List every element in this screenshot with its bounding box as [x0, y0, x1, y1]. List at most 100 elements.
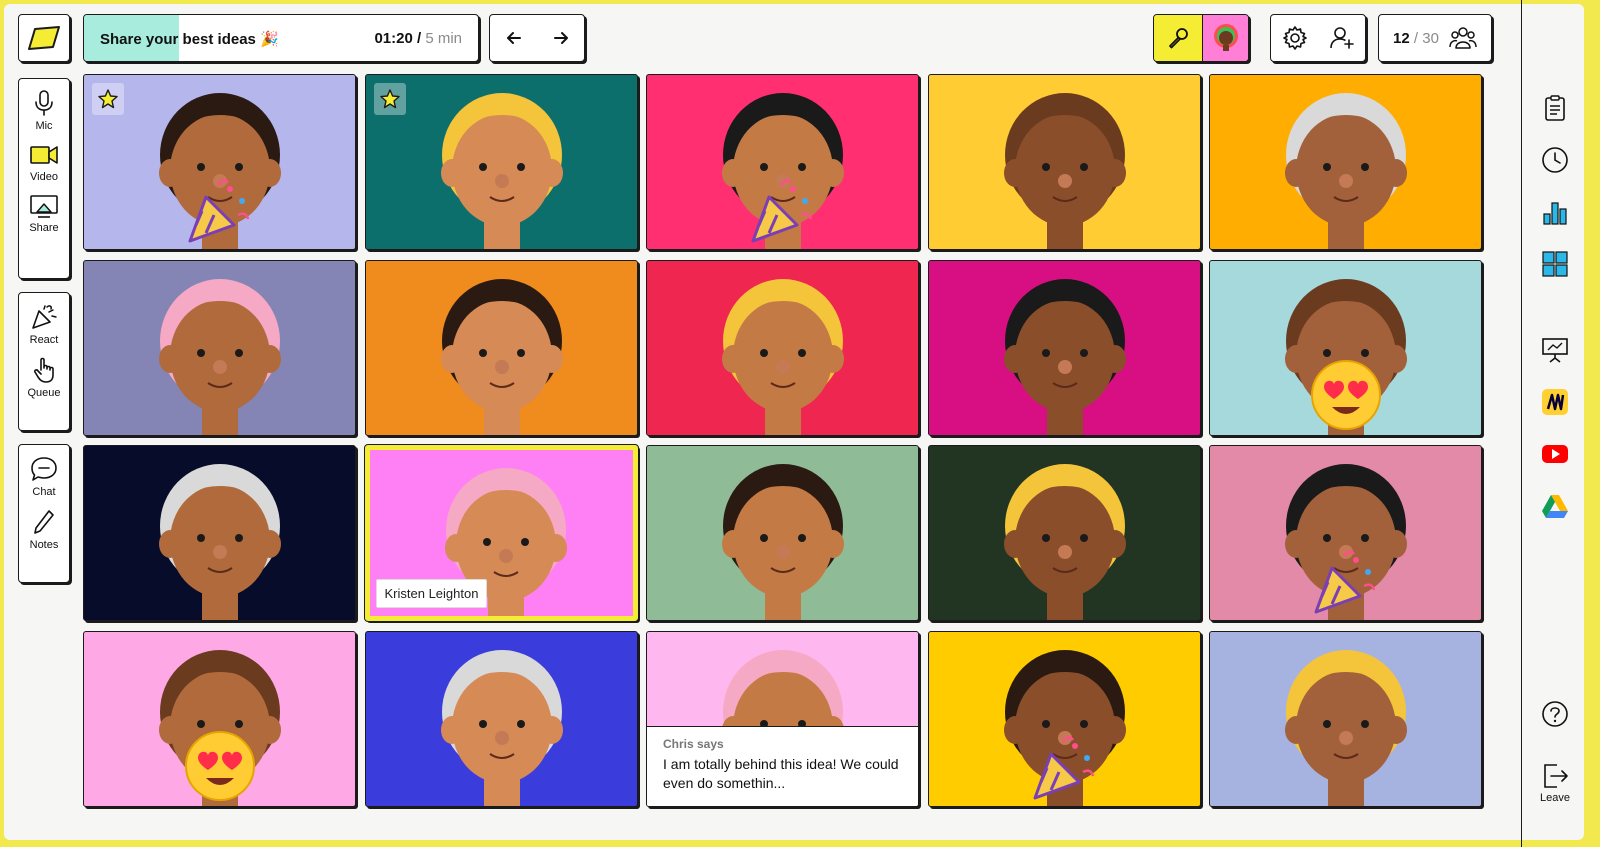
mic-button[interactable]: Mic: [31, 89, 57, 132]
avatar-illustration: [722, 278, 844, 435]
queue-button[interactable]: Queue: [27, 356, 61, 399]
chat-sender: Chris says: [663, 736, 724, 751]
video-grid: Kristen Leighton Chris says I am totally b…: [83, 74, 1493, 840]
clock-icon[interactable]: [1538, 146, 1572, 174]
clipboard-icon[interactable]: [1538, 94, 1572, 122]
participant-tile[interactable]: [83, 74, 356, 250]
speaker-mic-button[interactable]: [1154, 15, 1203, 61]
video-icon: [30, 146, 58, 164]
participant-tile[interactable]: [927, 630, 1201, 807]
chat-button[interactable]: Chat: [30, 455, 58, 498]
miro-icon[interactable]: [1538, 388, 1572, 416]
grid-apps-icon[interactable]: [1538, 250, 1572, 278]
timer-total: 5 min: [425, 30, 462, 47]
participant-tile[interactable]: [927, 445, 1201, 621]
share-label: Share: [29, 222, 59, 234]
avatar-illustration: [722, 464, 844, 620]
participant-tile[interactable]: Chris says I am totally behind this idea!…: [646, 630, 919, 807]
previous-arrow-icon[interactable]: [505, 29, 523, 47]
youtube-icon[interactable]: [1538, 440, 1572, 468]
share-screen-icon: [30, 195, 58, 218]
add-user-icon[interactable]: [1329, 25, 1355, 51]
queue-label: Queue: [27, 387, 61, 399]
participant-count[interactable]: 12 / 30: [1378, 14, 1492, 62]
party-popper-icon: [1029, 732, 1099, 806]
avatar-illustration: [440, 93, 563, 249]
avatar-illustration: [1003, 278, 1126, 435]
participant-tile[interactable]: Kristen Leighton: [363, 444, 639, 622]
chat-icon: [31, 457, 57, 481]
topic-timer: 01:20 / 5 min: [374, 30, 462, 47]
participant-tile[interactable]: [83, 445, 356, 621]
chat-label: Chat: [32, 486, 56, 498]
participant-tile[interactable]: [646, 74, 919, 250]
participant-name-tag: Kristen Leighton: [375, 579, 488, 608]
settings-group: [1270, 14, 1366, 62]
speaker-controls: [1153, 14, 1249, 62]
leave-button[interactable]: Leave: [1538, 762, 1572, 804]
party-popper-icon: [747, 175, 817, 249]
exit-icon: [1544, 764, 1568, 788]
heart-eyes-icon: [1308, 357, 1384, 435]
pencil-icon: [34, 510, 54, 534]
participant-tile[interactable]: [364, 259, 638, 436]
next-arrow-icon[interactable]: [552, 29, 570, 47]
participant-tile[interactable]: [927, 259, 1201, 436]
participant-tile[interactable]: [927, 74, 1201, 250]
mic-label: Mic: [35, 120, 53, 132]
gear-icon[interactable]: [1282, 25, 1308, 51]
mic-icon: [35, 90, 53, 116]
star-icon[interactable]: [373, 83, 406, 115]
react-button[interactable]: React: [29, 303, 59, 346]
party-popper-icon: [32, 305, 57, 329]
participant-tile[interactable]: [1209, 74, 1482, 250]
topic-navigation: [489, 14, 585, 62]
video-button[interactable]: Video: [29, 142, 59, 183]
raise-hand-icon: [34, 357, 54, 383]
avatar-illustration: [159, 464, 281, 620]
participant-tile[interactable]: [1209, 259, 1482, 436]
apps-sidebar: Leave: [1521, 0, 1600, 847]
notes-label: Notes: [29, 539, 59, 551]
participants-max: / 30: [1413, 29, 1439, 47]
party-popper-icon: [1310, 546, 1380, 620]
group-icon: [1449, 27, 1477, 49]
avatar-illustration: [1285, 649, 1407, 806]
participant-tile[interactable]: [646, 445, 919, 621]
avatar-illustration: [1003, 93, 1126, 249]
app-logo[interactable]: [18, 14, 70, 62]
leave-label: Leave: [1540, 792, 1570, 804]
heart-eyes-icon: [182, 728, 258, 806]
help-icon[interactable]: [1538, 700, 1572, 728]
avatar-illustration: [440, 278, 563, 435]
participant-tile[interactable]: [83, 259, 356, 436]
timer-elapsed: 01:20 /: [374, 30, 422, 47]
interaction-toolbar: React Queue: [18, 292, 70, 431]
google-drive-icon[interactable]: [1538, 492, 1572, 520]
avatar-illustration: [1003, 464, 1126, 620]
participant-tile[interactable]: [1209, 630, 1482, 807]
participant-tile[interactable]: [1209, 445, 1482, 621]
react-label: React: [29, 334, 59, 346]
share-button[interactable]: Share: [29, 193, 59, 234]
participant-tile[interactable]: [364, 74, 638, 250]
participant-count-value: 12 / 30: [1393, 30, 1439, 47]
chat-message: I am totally behind this idea! We could …: [663, 755, 899, 791]
topic-title: Share your best ideas 🎉: [100, 31, 279, 48]
my-avatar[interactable]: [1203, 15, 1248, 61]
notes-button[interactable]: Notes: [29, 508, 59, 551]
topic-bar: Share your best ideas 🎉 01:20 / 5 min: [83, 14, 479, 62]
participant-tile[interactable]: [646, 259, 919, 436]
video-label: Video: [30, 171, 58, 183]
media-toolbar: Mic Video Share: [18, 78, 70, 279]
whiteboard-icon[interactable]: [1538, 336, 1572, 364]
communication-toolbar: Chat Notes: [18, 444, 70, 583]
participant-tile[interactable]: [364, 630, 638, 807]
avatar-illustration: [1285, 93, 1407, 249]
avatar-illustration: [440, 649, 563, 806]
chat-bubble[interactable]: Chris says I am totally behind this idea!…: [647, 725, 918, 806]
star-icon[interactable]: [92, 83, 124, 115]
bar-chart-icon[interactable]: [1538, 198, 1572, 226]
handheld-mic-icon: [1169, 28, 1188, 49]
participant-tile[interactable]: [83, 630, 356, 807]
